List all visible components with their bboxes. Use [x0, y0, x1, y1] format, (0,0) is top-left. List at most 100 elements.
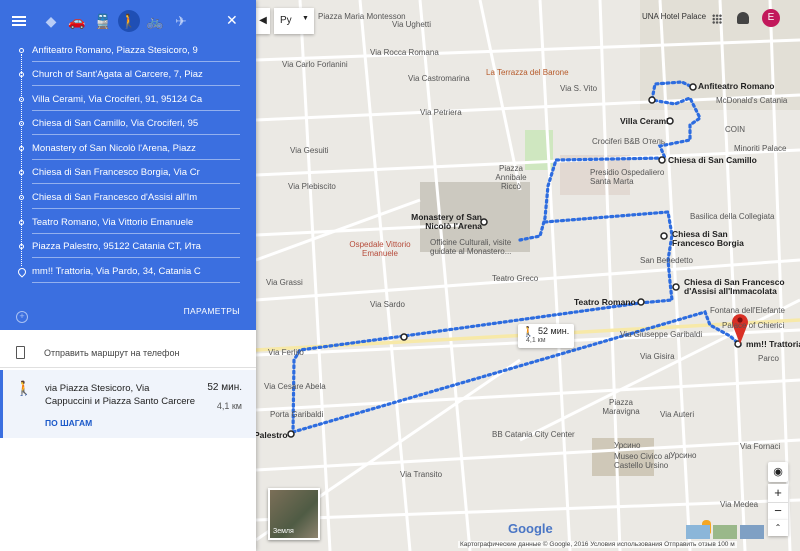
- notifications-icon[interactable]: [737, 12, 749, 24]
- imagery-thumbnail[interactable]: [740, 525, 764, 539]
- map-label: Урсино: [670, 451, 697, 460]
- map-label: Palestro: [254, 430, 288, 440]
- waypoint-marker: [19, 48, 24, 53]
- diamond-route-icon[interactable]: ◆: [40, 10, 62, 32]
- expand-thumbnails-button[interactable]: ⌃: [768, 520, 788, 536]
- chevron-down-icon: ▼: [302, 15, 309, 22]
- bike-icon[interactable]: 🚲: [144, 10, 166, 32]
- map-label: San Benedetto: [640, 256, 693, 265]
- waypoint-marker: [19, 121, 24, 126]
- waypoint-text: Anfiteatro Romano, Piazza Stesicoro, 9: [32, 45, 198, 56]
- waypoint-text: Teatro Romano, Via Vittorio Emanuele: [32, 217, 194, 228]
- map-label: Anfiteatro Romano: [698, 81, 775, 91]
- waypoint-text: Chiesa di San Francesco Borgia, Via Cr: [32, 167, 200, 178]
- route-option[interactable]: 🚶 via Piazza Stesicoro, Via Cappuccini и…: [0, 370, 256, 438]
- map-label: mm!! Trattoria: [746, 339, 800, 349]
- street-label: Via Fornaci: [740, 442, 781, 451]
- send-to-phone-icon: [16, 346, 25, 359]
- waypoint-input[interactable]: Chiesa di San Francesco d'Assisi all'Im: [32, 188, 240, 209]
- callout-time: 52 мин.: [538, 326, 570, 336]
- waypoint-text: Chiesa di San Camillo, Via Crociferi, 95: [32, 118, 199, 129]
- map-label: Teatro Romano: [574, 297, 636, 307]
- route-distance: 4,1 км: [216, 401, 242, 411]
- close-icon[interactable]: ✕: [226, 12, 238, 29]
- street-label: Via Ughetti: [392, 20, 431, 29]
- map-label: Chiesa di San Francesco d'Assisi all'Imm…: [684, 277, 785, 296]
- map-label: Minoriti Palace: [734, 144, 787, 153]
- map-label: Chiesa di San Francesco Borgia: [672, 229, 744, 248]
- waypoint-text: mm!! Trattoria, Via Pardo, 34, Catania C: [32, 266, 201, 277]
- options-button[interactable]: ПАРАМЕТРЫ: [184, 306, 240, 316]
- language-button[interactable]: Ру ▼: [274, 8, 314, 34]
- street-label: Via Gisira: [640, 352, 675, 361]
- waypoint-input[interactable]: Teatro Romano, Via Vittorio Emanuele: [32, 213, 240, 234]
- imagery-thumbnail[interactable]: [686, 525, 710, 539]
- map-label: Урсино: [614, 441, 641, 450]
- map-collapse-button[interactable]: ◀: [256, 8, 270, 34]
- map-label: Crociferi B&B Отель: [592, 137, 666, 146]
- waypoint-input[interactable]: Church of Sant'Agata al Carcere, 7, Piaz: [32, 65, 240, 86]
- street-label: Via Rocca Romana: [370, 48, 439, 57]
- avatar[interactable]: E: [762, 9, 780, 27]
- waypoint-input[interactable]: Chiesa di San Camillo, Via Crociferi, 95: [32, 114, 240, 135]
- travel-mode-tabs: ◆ 🚗 🚆 🚶 🚲 ✈: [0, 0, 256, 42]
- street-label: Via Sardo: [370, 300, 405, 309]
- map-label: Fontana dell'Elefante: [710, 306, 785, 315]
- imagery-thumbnail[interactable]: [713, 525, 737, 539]
- street-label: Via Petriera: [420, 108, 462, 117]
- route-duration-callout[interactable]: 🚶 52 мин. 4,1 км: [518, 324, 574, 348]
- map-label: Chiesa di San Camillo: [668, 155, 757, 165]
- waypoint-text: Piazza Palestro, 95122 Catania CT, Ита: [32, 241, 201, 252]
- map-footer: Картографические данные © Google, 2016 У…: [458, 541, 737, 548]
- zoom-controls: + −: [768, 484, 788, 520]
- plane-icon[interactable]: ✈: [170, 10, 192, 32]
- waypoint-input[interactable]: Monastery of San Nicolò l'Arena, Piazz: [32, 139, 240, 160]
- waypoint-marker: [19, 244, 24, 249]
- car-icon[interactable]: 🚗: [66, 10, 88, 32]
- map-label: Monastery of San Nicolò l'Arena: [411, 212, 482, 231]
- route-via: via Piazza Stesicoro, Via Cappuccini и P…: [45, 383, 195, 407]
- zoom-in-button[interactable]: +: [768, 484, 788, 503]
- waypoint-marker: [19, 195, 24, 200]
- train-icon[interactable]: 🚆: [92, 10, 114, 32]
- waypoint-text: Monastery of San Nicolò l'Arena, Piazz: [32, 143, 196, 154]
- map-label: Villa Cerami: [620, 116, 669, 126]
- map-label: McDonald's Catania: [716, 96, 788, 105]
- street-label: Via Castromarina: [408, 74, 470, 83]
- route-details-link[interactable]: ПО ШАГАМ: [45, 418, 92, 428]
- send-to-phone-label: Отправить маршрут на телефон: [44, 348, 180, 358]
- walk-icon: 🚶: [15, 380, 33, 396]
- earth-view-toggle[interactable]: Земля: [268, 488, 320, 540]
- map-label: Piazza Maravigna: [602, 398, 640, 416]
- callout-distance: 4,1 км: [526, 337, 546, 344]
- directions-header: ◆ 🚗 🚆 🚶 🚲 ✈ ✕ Anfiteatro Romano, Piazza …: [0, 0, 256, 330]
- map-label: Museo Civico al Castello Ursino: [614, 452, 671, 470]
- waypoint-input[interactable]: Anfiteatro Romano, Piazza Stesicoro, 9: [32, 41, 240, 62]
- map-label: Basilica della Collegiata: [690, 212, 775, 221]
- waypoint-marker: [19, 146, 24, 151]
- waypoint-marker: [19, 170, 24, 175]
- waypoint-marker: [19, 97, 24, 102]
- street-label: Via Grassi: [266, 278, 303, 287]
- waypoint-input[interactable]: Villa Cerami, Via Crociferi, 91, 95124 C…: [32, 90, 240, 111]
- map-label: BB Catania City Center: [492, 430, 575, 439]
- waypoint-input[interactable]: mm!! Trattoria, Via Pardo, 34, Catania C: [32, 262, 240, 283]
- street-label: Via S. Vito: [560, 84, 598, 93]
- map-label: Officine Culturali, visite guidate al Mo…: [430, 238, 512, 256]
- zoom-out-button[interactable]: −: [768, 503, 788, 521]
- my-location-button[interactable]: ◉: [768, 462, 788, 482]
- waypoint-input[interactable]: Chiesa di San Francesco Borgia, Via Cr: [32, 163, 240, 184]
- street-label: Via Giuseppe Garibaldi: [620, 330, 703, 339]
- add-destination-icon[interactable]: +: [16, 311, 28, 323]
- walk-icon[interactable]: 🚶: [118, 10, 140, 32]
- earth-label: Земля: [273, 528, 294, 535]
- waypoint-input[interactable]: Piazza Palestro, 95122 Catania CT, Ита: [32, 237, 240, 258]
- map-label: Ospedale Vittorio Emanuele: [349, 240, 411, 258]
- map-label: Palace of Chierici: [722, 321, 785, 330]
- street-label: Via Transito: [400, 470, 443, 479]
- map-label: Piazza Annibale Riccò: [495, 164, 527, 191]
- apps-grid-icon[interactable]: [712, 14, 722, 24]
- send-to-phone-button[interactable]: Отправить маршрут на телефон: [0, 341, 256, 368]
- street-label: Via Medea: [720, 500, 759, 509]
- imagery-thumbnails[interactable]: [686, 525, 764, 539]
